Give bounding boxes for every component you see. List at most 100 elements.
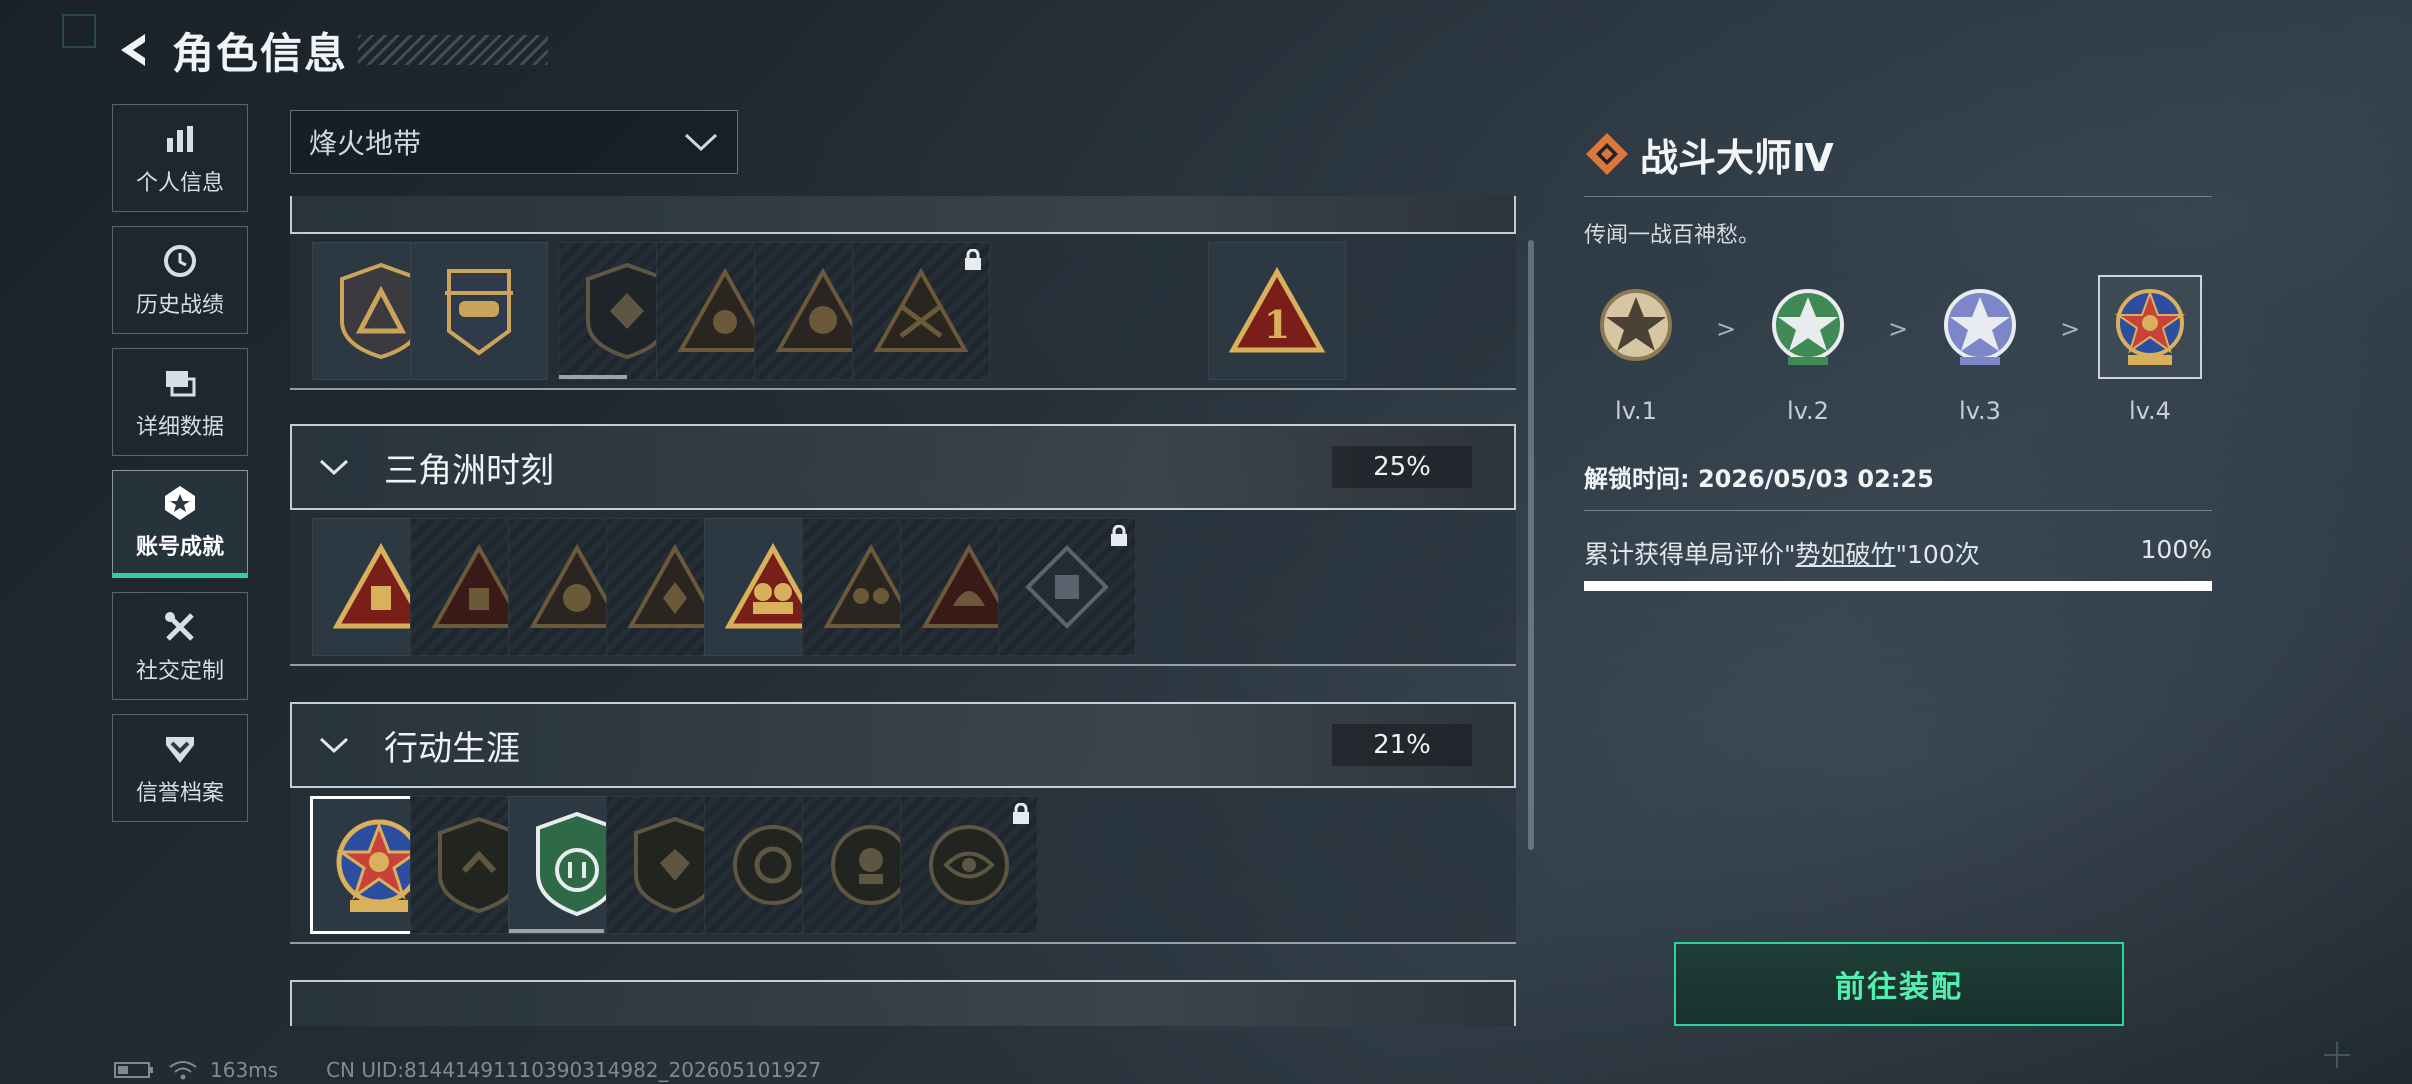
medal-lv2-icon <box>1756 275 1860 379</box>
wifi-icon <box>169 1061 197 1080</box>
lock-icon <box>1013 803 1029 824</box>
condition-row: 累计获得单局评价"势如破竹"100次 100% <box>1584 535 2212 571</box>
back-arrow-icon <box>121 34 145 66</box>
badge-achievement[interactable] <box>998 518 1136 656</box>
unlock-time-row: 解锁时间: 2026/05/03 02:25 <box>1584 459 2212 494</box>
back-button[interactable] <box>112 27 158 73</box>
achievement-title: 战斗大师Ⅳ <box>1640 135 1834 180</box>
chevron-down-icon <box>318 457 354 477</box>
level-label: lv.3 <box>1959 397 2001 425</box>
section-header[interactable] <box>290 980 1516 1026</box>
mode-dropdown[interactable]: 烽火地带 <box>290 110 738 174</box>
unlock-time-label: 解锁时间: <box>1584 465 1698 493</box>
condition-highlight: 势如破竹 <box>1795 540 1896 569</box>
corner-frame <box>62 14 96 48</box>
badge-achievement[interactable] <box>852 242 990 380</box>
dropdown-value: 烽火地带 <box>309 127 422 160</box>
ping-value: 163ms <box>210 1058 279 1082</box>
number-one-badge-icon: 1 <box>1228 266 1326 353</box>
sidebar-item-profile[interactable]: 个人信息 <box>112 104 248 212</box>
badge-progress <box>559 375 627 379</box>
bar-chart-icon <box>160 119 200 159</box>
section-header[interactable] <box>290 196 1516 234</box>
badge-row: 1 <box>290 234 1516 390</box>
achievement-description: 传闻一战百神愁。 <box>1584 223 1761 248</box>
locked-triangle-badge-icon <box>873 267 969 352</box>
sidebar-item-reputation[interactable]: 信誉档案 <box>112 714 248 822</box>
condition-progress-bar <box>1584 581 2212 591</box>
sidebar-item-label: 历史战绩 <box>135 293 224 318</box>
header: 角色信息 <box>112 20 549 80</box>
section-header[interactable]: 行动生涯 21% <box>290 702 1516 788</box>
battery-icon <box>114 1062 153 1078</box>
condition-text: 累计获得单局评价"势如破竹"100次 <box>1584 535 1980 571</box>
section-title: 三角洲时刻 <box>384 450 554 491</box>
chevron-down-icon <box>318 735 354 755</box>
data-cards-icon <box>160 363 200 403</box>
level-arrow: > <box>2060 315 2081 343</box>
section-percent: 21% <box>1332 724 1472 766</box>
condition-suffix: "100次 <box>1895 540 1980 569</box>
sidebar-item-label: 信誉档案 <box>135 781 224 806</box>
level-arrow: > <box>1716 315 1737 343</box>
locked-round-badge-icon <box>929 825 1009 905</box>
sidebar-item-label: 个人信息 <box>135 171 224 196</box>
level-4-current[interactable]: lv.4 <box>2098 275 2202 425</box>
achievement-diamond-icon <box>1586 133 1628 175</box>
unlock-time-value: 2026/05/03 02:25 <box>1697 465 1934 493</box>
user-uid: CN UID:81441491110390314982_202605101927 <box>326 1058 822 1082</box>
badge-row <box>290 788 1516 944</box>
medal-lv1-icon <box>1584 275 1688 379</box>
status-bar: 163ms CN UID:81441491110390314982_202605… <box>114 1058 821 1082</box>
sidebar: 个人信息 历史战绩 详细数据 账号成就 社交定制 信誉档案 <box>112 104 250 836</box>
level-1[interactable]: lv.1 <box>1584 275 1688 425</box>
medal-lv4-icon <box>2098 275 2202 379</box>
chevron-down-icon <box>684 133 718 152</box>
lock-icon <box>1111 525 1127 546</box>
lock-icon <box>965 249 981 270</box>
achievement-detail-panel: 战斗大师Ⅳ 传闻一战百神愁。 lv.1 > lv.2 > lv.3 > lv.4… <box>1584 124 2212 591</box>
section-percent: 25% <box>1332 446 1472 488</box>
detail-header: 战斗大师Ⅳ <box>1584 124 2212 184</box>
svg-text:1: 1 <box>1264 302 1290 347</box>
shield-chevron-icon <box>160 729 200 769</box>
section-header[interactable]: 三角洲时刻 25% <box>290 424 1516 510</box>
list-scrollbar[interactable] <box>1528 240 1534 850</box>
badge-achievement[interactable] <box>410 242 548 380</box>
condition-prefix: 累计获得单局评价" <box>1584 540 1796 569</box>
divider <box>1584 510 2212 511</box>
badge-progress <box>509 929 605 933</box>
level-label: lv.4 <box>2129 397 2171 425</box>
sidebar-item-details[interactable]: 详细数据 <box>112 348 248 456</box>
go-equip-button[interactable]: 前往装配 <box>1674 942 2124 1026</box>
level-label: lv.2 <box>1787 397 1829 425</box>
medal-lv3-icon <box>1928 275 2032 379</box>
level-arrow: > <box>1888 315 1909 343</box>
sidebar-item-history[interactable]: 历史战绩 <box>112 226 248 334</box>
level-2[interactable]: lv.2 <box>1756 275 1860 425</box>
level-label: lv.1 <box>1615 397 1657 425</box>
plus-icon <box>2324 1042 2350 1068</box>
locked-diamond-badge-icon <box>1025 545 1109 629</box>
helicopter-badge-icon <box>445 269 513 356</box>
sidebar-item-label: 账号成就 <box>135 535 224 560</box>
divider <box>1584 196 2212 197</box>
sidebar-item-social[interactable]: 社交定制 <box>112 592 248 700</box>
sidebar-item-label: 社交定制 <box>135 659 224 684</box>
sidebar-item-label: 详细数据 <box>135 415 224 440</box>
level-progression: lv.1 > lv.2 > lv.3 > lv.4 <box>1584 275 2212 435</box>
section-title: 行动生涯 <box>384 728 520 769</box>
achievement-icon <box>160 483 200 523</box>
badge-row <box>290 510 1516 666</box>
level-3[interactable]: lv.3 <box>1928 275 2032 425</box>
sidebar-item-achievements[interactable]: 账号成就 <box>112 470 248 578</box>
title-decoration <box>358 35 549 65</box>
achievement-list[interactable]: 1 三角洲时刻 25% 行动生涯 21% <box>290 196 1518 1026</box>
badge-achievement[interactable]: 1 <box>1208 242 1346 380</box>
condition-percent: 100% <box>2140 535 2212 564</box>
tools-icon <box>160 607 200 647</box>
history-icon <box>160 241 200 281</box>
badge-achievement[interactable] <box>900 796 1038 934</box>
go-equip-label: 前往装配 <box>1835 970 1963 1005</box>
page-title: 角色信息 <box>172 28 349 78</box>
